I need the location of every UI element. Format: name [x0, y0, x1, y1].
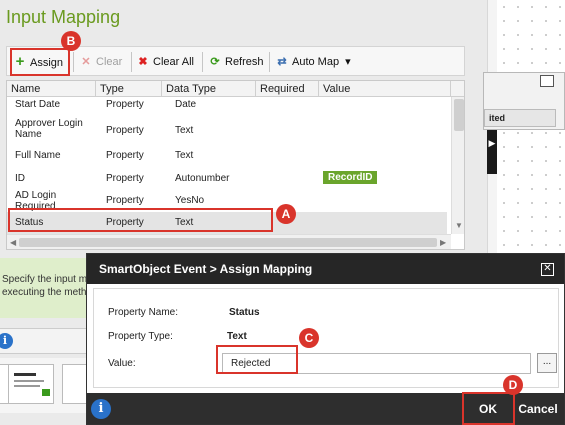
row-data-type: Text: [175, 125, 194, 136]
clear-button[interactable]: ✕ Clear: [79, 51, 122, 73]
clear-all-icon: ✖: [138, 56, 148, 68]
thumbnail-strip: [0, 358, 108, 413]
row-data-type: YesNo: [175, 195, 205, 206]
restore-window-icon[interactable]: [540, 75, 554, 87]
row-type: Property: [106, 99, 144, 110]
table-row[interactable]: Full Name Property Text: [7, 146, 447, 168]
canvas-window-preview: ited: [483, 72, 565, 130]
info-bar: i: [0, 328, 95, 354]
clear-all-button[interactable]: ✖ Clear All: [136, 51, 194, 73]
table-row[interactable]: Start Date Property Date: [7, 97, 447, 114]
clear-all-label: Clear All: [153, 56, 194, 68]
column-header-name[interactable]: Name: [7, 81, 96, 97]
scroll-down-icon[interactable]: ▼: [455, 221, 463, 230]
property-type-label: Property Type:: [108, 331, 173, 342]
refresh-label: Refresh: [225, 56, 264, 68]
toolbar-separator: [269, 52, 270, 72]
column-header-value[interactable]: Value: [319, 81, 451, 97]
row-name: ID: [15, 173, 25, 184]
row-name: Start Date: [15, 99, 61, 110]
info-text-line: Specify the input ma: [2, 274, 92, 285]
property-type-value: Text: [227, 331, 247, 342]
property-name-value: Status: [229, 307, 260, 318]
page-title: Input Mapping: [6, 7, 121, 27]
dialog-title: SmartObject Event > Assign Mapping: [87, 254, 564, 284]
callout-c: C: [299, 328, 319, 348]
column-header-data-type[interactable]: Data Type: [162, 81, 256, 97]
row-name: Approver Login Name: [15, 118, 83, 140]
row-data-type: Date: [175, 99, 197, 110]
property-name-label: Property Name:: [108, 307, 179, 318]
annotation-box-c: [216, 345, 298, 374]
info-text-line: executing the metho: [2, 287, 92, 298]
row-type: Property: [106, 125, 144, 136]
table-row[interactable]: Approver Login Name Property Text: [7, 114, 447, 146]
mapping-toolbar: + Assign ✕ Clear ✖ Clear All ⟳ Refresh ⇄ Auto…: [6, 46, 465, 76]
row-type: Property: [106, 173, 144, 184]
close-icon[interactable]: ✕: [541, 263, 554, 276]
vertical-scrollbar[interactable]: ▼: [451, 97, 464, 234]
value-label: Value:: [108, 358, 136, 369]
callout-b: B: [61, 31, 81, 51]
row-type: Property: [106, 150, 144, 161]
cancel-button[interactable]: Cancel: [515, 397, 561, 421]
toolbar-separator: [131, 52, 132, 72]
refresh-icon: ⟳: [210, 56, 220, 68]
row-data-type: Text: [175, 150, 194, 161]
canvas-window-label: ited: [484, 109, 556, 127]
chevron-down-icon: ▾: [345, 56, 351, 68]
scroll-right-icon[interactable]: ▶: [440, 238, 446, 247]
thumbnail-mark: [42, 389, 50, 396]
callout-a: A: [276, 204, 296, 224]
info-icon[interactable]: i: [91, 399, 111, 419]
scroll-left-icon[interactable]: ◀: [10, 238, 16, 247]
scroll-thumb[interactable]: [454, 99, 464, 131]
auto-map-icon: ⇄: [277, 56, 287, 68]
row-name: Full Name: [15, 150, 61, 161]
clear-x-icon: ✕: [81, 56, 91, 68]
thumbnail-line: [14, 373, 36, 376]
dialog-body: Property Name: Status Property Type: Tex…: [93, 288, 559, 388]
column-header-type[interactable]: Type: [96, 81, 162, 97]
info-icon[interactable]: i: [0, 333, 13, 349]
callout-d: D: [503, 375, 523, 395]
table-row[interactable]: ID Property Autonumber RecordID: [7, 168, 447, 190]
auto-map-label: Auto Map: [292, 56, 340, 68]
annotation-box-a: [8, 208, 273, 232]
toolbar-separator: [73, 52, 74, 72]
thumbnail-line: [14, 385, 40, 387]
info-text: Specify the input ma executing the metho: [2, 273, 92, 299]
row-data-type: Autonumber: [175, 173, 230, 184]
record-id-badge[interactable]: RecordID: [323, 171, 378, 184]
row-type: Property: [106, 195, 144, 206]
ellipsis-button[interactable]: ...: [537, 353, 557, 373]
horizontal-scrollbar[interactable]: ◀ ▶: [7, 234, 451, 249]
refresh-button[interactable]: ⟳ Refresh: [208, 51, 264, 73]
column-header-required[interactable]: Required: [256, 81, 319, 97]
thumbnail[interactable]: [8, 364, 54, 404]
toolbar-separator: [202, 52, 203, 72]
thumbnail-line: [14, 380, 44, 382]
annotation-box-b: [10, 48, 70, 76]
clear-label: Clear: [96, 56, 123, 68]
grid-header: Name Type Data Type Required Value: [7, 81, 464, 97]
auto-map-button[interactable]: ⇄ Auto Map ▾: [275, 51, 351, 73]
scroll-thumb[interactable]: [19, 238, 437, 247]
annotation-box-d: [462, 392, 515, 425]
